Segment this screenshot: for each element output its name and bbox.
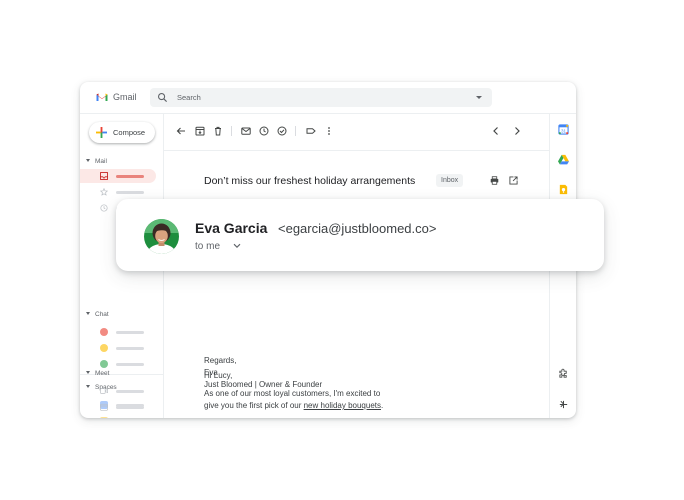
calendar-app-icon[interactable]: 31: [558, 124, 569, 135]
chat-item[interactable]: [80, 357, 156, 371]
meet-my-meetings[interactable]: [80, 400, 156, 414]
toolbar-divider: [295, 126, 296, 136]
meet-item-placeholder: [116, 390, 144, 393]
delete-icon[interactable]: [213, 126, 223, 136]
section-chat-label: Chat: [95, 311, 109, 318]
section-chat[interactable]: Chat: [86, 311, 109, 318]
email-sig-title: Just Bloomed | Owner & Founder: [204, 380, 323, 389]
sidebar-item-placeholder: [116, 191, 144, 194]
collapse-icon: [86, 312, 90, 315]
sender-card: Eva Garcia <egarcia@justbloomed.co> to m…: [116, 199, 604, 271]
toolbar-divider-line: [164, 150, 549, 151]
sidebar-item-placeholder: [116, 175, 144, 178]
holiday-bouquets-link[interactable]: new holiday bouquets: [304, 401, 381, 410]
back-arrow-icon[interactable]: [176, 126, 186, 136]
chat-item-placeholder: [116, 347, 144, 350]
star-icon: [100, 188, 108, 196]
inbox-label-chip[interactable]: Inbox: [436, 174, 464, 187]
add-task-icon[interactable]: [277, 126, 287, 136]
chevron-left-icon[interactable]: [491, 126, 501, 136]
meet-new-meeting[interactable]: [80, 384, 156, 398]
section-meet[interactable]: Meet: [86, 370, 109, 377]
email-signoff: Regards,: [204, 356, 237, 365]
collapse-icon: [86, 159, 90, 162]
sidebar-item-inbox[interactable]: [80, 169, 156, 183]
chat-item[interactable]: [80, 325, 156, 339]
recipient-text: to me: [195, 241, 221, 252]
label-icon[interactable]: [306, 126, 316, 136]
compose-label: Compose: [113, 128, 146, 137]
app-title: Gmail: [113, 92, 137, 102]
chat-avatar-icon: [100, 344, 108, 352]
section-mail[interactable]: Mail: [86, 158, 107, 165]
sidebar-item-starred[interactable]: [80, 185, 156, 199]
toolbar-divider: [231, 126, 232, 136]
compose-button[interactable]: Compose: [89, 122, 155, 143]
space-item[interactable]: [80, 414, 156, 418]
sender-name: Eva Garcia: [195, 220, 268, 236]
chat-avatar-icon: [100, 360, 108, 368]
chevron-right-icon[interactable]: [512, 126, 522, 136]
sender-email: <egarcia@justbloomed.co>: [278, 221, 437, 236]
clock-icon: [100, 204, 108, 212]
section-mail-label: Mail: [95, 158, 107, 165]
inbox-icon: [100, 172, 108, 180]
mark-unread-icon[interactable]: [241, 126, 251, 136]
chat-item-placeholder: [116, 331, 144, 334]
keep-icon[interactable]: [558, 184, 569, 195]
body-line-2: give you the first pick of our new holid…: [204, 400, 383, 412]
search-placeholder: Search: [177, 93, 201, 102]
archive-icon[interactable]: [195, 126, 205, 136]
snooze-icon[interactable]: [259, 126, 269, 136]
video-icon: [100, 388, 108, 394]
expand-panel-icon[interactable]: [558, 400, 566, 408]
chevron-down-icon[interactable]: [233, 243, 241, 249]
addons-icon[interactable]: [558, 368, 569, 379]
more-vert-icon[interactable]: [324, 126, 334, 136]
chat-item[interactable]: [80, 341, 156, 355]
search-options-icon[interactable]: [476, 96, 482, 99]
print-icon[interactable]: [490, 176, 499, 185]
sender-avatar[interactable]: [144, 219, 179, 254]
svg-text:31: 31: [561, 129, 567, 134]
top-bar: Gmail Search: [80, 82, 576, 114]
gmail-logo-icon: [96, 93, 108, 101]
email-sig-name: Eva: [204, 368, 218, 377]
body-line-2-text: give you the first pick of our: [204, 401, 304, 410]
email-body: As one of our most loyal customers, I'm …: [204, 388, 383, 412]
chat-item-placeholder: [116, 363, 144, 366]
chat-avatar-icon: [100, 328, 108, 336]
calendar-icon: [100, 403, 108, 411]
body-line-2-end: .: [381, 401, 384, 410]
plus-icon: [96, 127, 107, 138]
collapse-icon: [86, 371, 90, 374]
email-subject: Don’t miss our freshest holiday arrangem…: [204, 175, 416, 187]
section-meet-label: Meet: [95, 370, 110, 377]
drive-icon[interactable]: [558, 154, 569, 165]
space-icon: [100, 417, 108, 418]
search-icon: [158, 93, 168, 103]
open-in-new-icon[interactable]: [509, 176, 518, 185]
search-bar[interactable]: Search: [150, 88, 492, 107]
meet-item-placeholder: [116, 406, 144, 409]
avatar-image: [144, 219, 179, 254]
